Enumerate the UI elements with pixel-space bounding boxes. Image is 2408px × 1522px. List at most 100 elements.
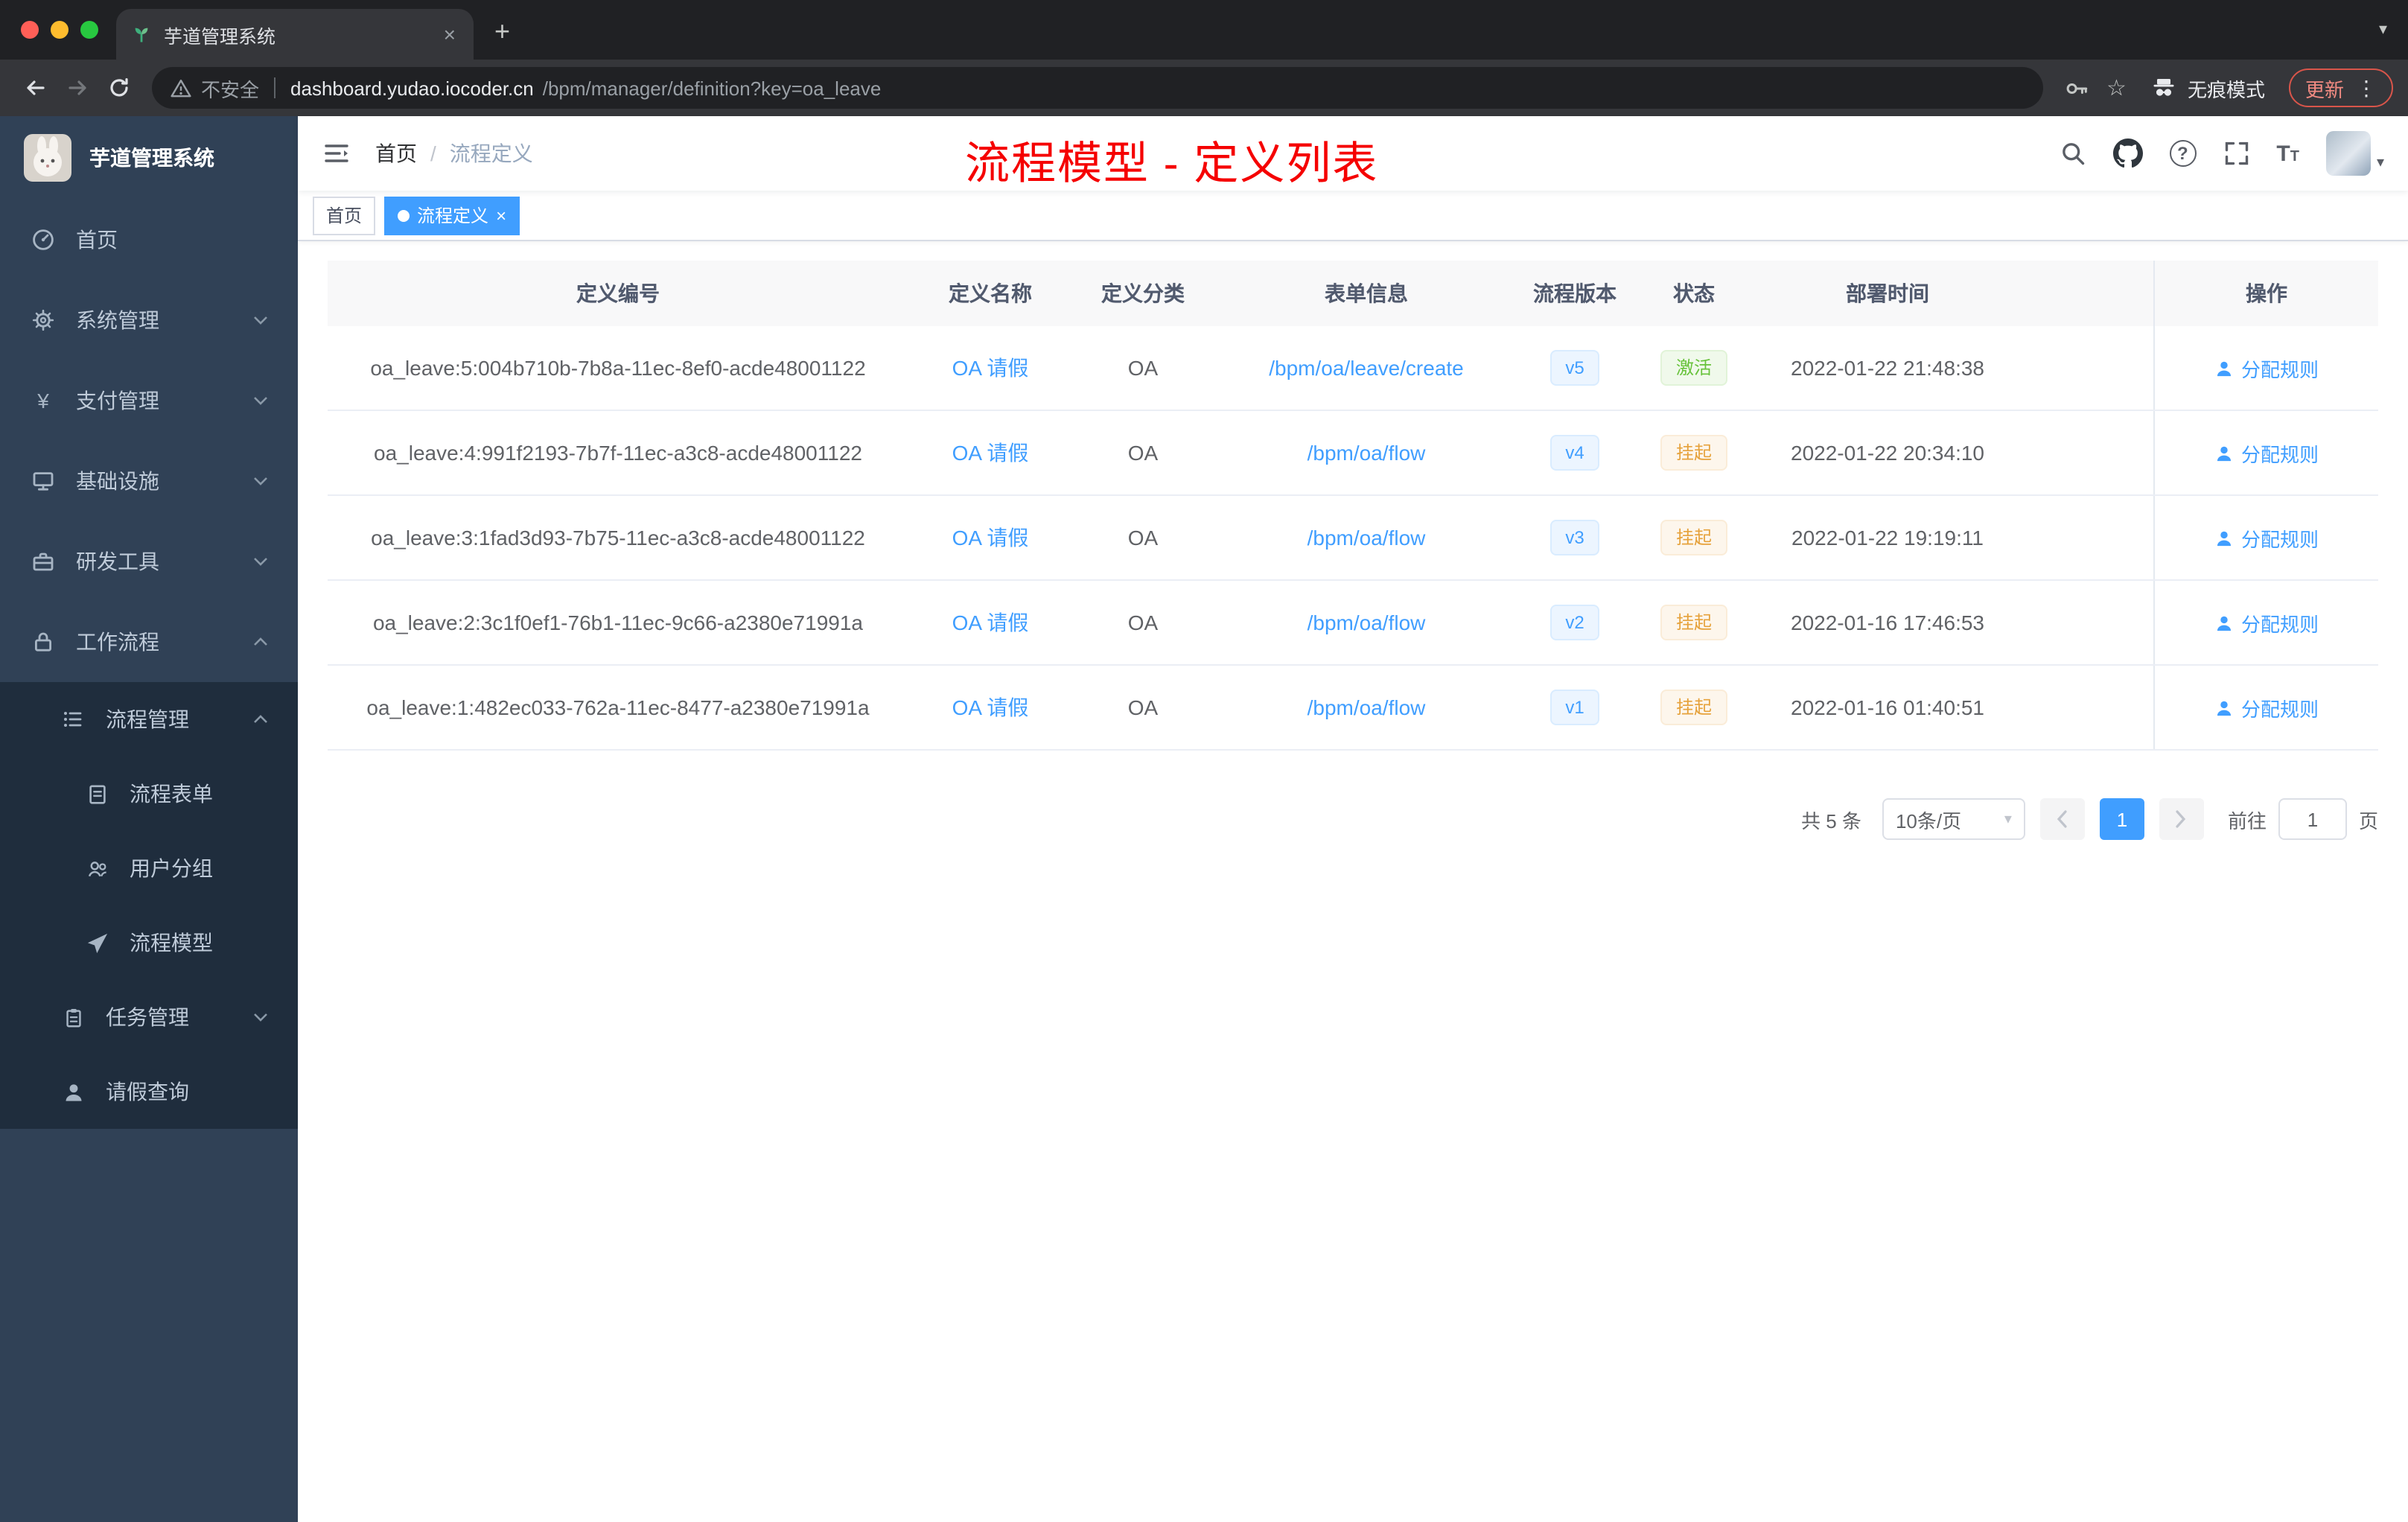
user-menu[interactable]: ▾ bbox=[2325, 131, 2384, 176]
breadcrumb: 首页 / 流程定义 bbox=[375, 138, 533, 168]
user-group-icon bbox=[83, 857, 110, 879]
browser-update-button[interactable]: 更新 ⋮ bbox=[2288, 69, 2393, 107]
status-badge: 激活 bbox=[1660, 350, 1727, 386]
definition-name-link[interactable]: OA 请假 bbox=[952, 353, 1029, 383]
reload-icon[interactable] bbox=[98, 76, 140, 100]
tag-home[interactable]: 首页 bbox=[313, 196, 376, 235]
table-header-row: 定义编号 定义名称 定义分类 表单信息 流程版本 状态 部署时间 操作 bbox=[328, 261, 2378, 326]
tag-process-definition[interactable]: 流程定义 × bbox=[384, 196, 520, 235]
form-link[interactable]: /bpm/oa/flow bbox=[1307, 526, 1426, 550]
version-badge: v1 bbox=[1550, 690, 1599, 725]
sidebar-item-process-management[interactable]: 流程管理 bbox=[0, 682, 298, 757]
window-minimize-button[interactable] bbox=[51, 21, 69, 39]
back-icon[interactable] bbox=[15, 76, 57, 100]
page-title-annotation: 流程模型 - 定义列表 bbox=[965, 140, 1379, 189]
sidebar-item-task-management[interactable]: 任务管理 bbox=[0, 980, 298, 1054]
table-row: oa_leave:1:482ec033-762a-11ec-8477-a2380… bbox=[328, 666, 2378, 751]
search-icon[interactable] bbox=[2059, 140, 2086, 167]
form-link[interactable]: /bpm/oa/flow bbox=[1307, 695, 1426, 719]
definition-table: 定义编号 定义名称 定义分类 表单信息 流程版本 状态 部署时间 操作 oa_l… bbox=[328, 261, 2378, 751]
goto-page-input[interactable] bbox=[2278, 798, 2347, 840]
user-icon bbox=[2217, 700, 2232, 716]
window-close-button[interactable] bbox=[21, 21, 39, 39]
chevron-down-icon bbox=[253, 477, 268, 485]
user-icon bbox=[2217, 530, 2232, 546]
form-link[interactable]: /bpm/oa/leave/create bbox=[1269, 356, 1464, 380]
address-bar[interactable]: 不安全 dashboard.yudao.iocoder.cn /bpm/mana… bbox=[152, 67, 2043, 109]
page-size-value: 10条/页 bbox=[1895, 809, 1962, 832]
sidebar-item-label: 系统管理 bbox=[76, 308, 159, 332]
sidebar-item-devtools[interactable]: 研发工具 bbox=[0, 521, 298, 602]
sidebar-item-label: 首页 bbox=[76, 228, 118, 252]
next-page-button[interactable] bbox=[2159, 798, 2204, 840]
form-link[interactable]: /bpm/oa/flow bbox=[1307, 441, 1426, 465]
app-frame: 芋道管理系统 首页 系统管理 ¥ 支付管理 基础设施 研发工具 工作流程 流程管… bbox=[0, 116, 2408, 1522]
sidebar-item-home[interactable]: 首页 bbox=[0, 200, 298, 280]
assign-rule-link[interactable]: 分配规则 bbox=[2214, 523, 2319, 552]
incognito-badge: 无痕模式 bbox=[2150, 74, 2265, 102]
assign-rule-link[interactable]: 分配规则 bbox=[2214, 439, 2319, 467]
version-badge: v2 bbox=[1550, 605, 1599, 640]
sidebar-item-leave-query[interactable]: 请假查询 bbox=[0, 1054, 298, 1129]
paper-plane-icon bbox=[83, 932, 110, 954]
forward-icon[interactable] bbox=[57, 76, 98, 100]
definition-name-link[interactable]: OA 请假 bbox=[952, 692, 1029, 722]
cell-deploy-time: 2022-01-22 19:19:11 bbox=[1791, 526, 1984, 550]
sidebar-item-payment[interactable]: ¥ 支付管理 bbox=[0, 360, 298, 441]
page-number-button[interactable]: 1 bbox=[2099, 798, 2144, 840]
cell-deploy-time: 2022-01-22 20:34:10 bbox=[1791, 441, 1984, 465]
breadcrumb-current: 流程定义 bbox=[449, 141, 533, 165]
favicon bbox=[131, 24, 152, 45]
definition-name-link[interactable]: OA 请假 bbox=[952, 608, 1029, 637]
new-tab-button[interactable]: + bbox=[494, 16, 510, 48]
breadcrumb-home[interactable]: 首页 bbox=[375, 138, 417, 168]
security-label: 不安全 bbox=[201, 78, 260, 101]
sidebar-item-user-group[interactable]: 用户分组 bbox=[0, 831, 298, 905]
col-definition-name: 定义名称 bbox=[949, 281, 1032, 305]
tag-close-icon[interactable]: × bbox=[496, 205, 506, 226]
avatar[interactable] bbox=[2325, 131, 2371, 176]
form-icon bbox=[83, 783, 110, 805]
assign-rule-link[interactable]: 分配规则 bbox=[2214, 354, 2319, 382]
sidebar-item-infrastructure[interactable]: 基础设施 bbox=[0, 441, 298, 521]
bookmark-star-icon[interactable]: ☆ bbox=[2106, 74, 2127, 101]
sidebar-item-label: 支付管理 bbox=[76, 389, 159, 413]
col-definition-category: 定义分类 bbox=[1101, 281, 1185, 305]
assign-rule-link[interactable]: 分配规则 bbox=[2214, 693, 2319, 722]
sidebar-item-process-form[interactable]: 流程表单 bbox=[0, 757, 298, 831]
definition-name-link[interactable]: OA 请假 bbox=[952, 523, 1029, 553]
gear-icon bbox=[30, 308, 57, 332]
assign-rule-link[interactable]: 分配规则 bbox=[2214, 608, 2319, 637]
sidebar-item-system[interactable]: 系统管理 bbox=[0, 280, 298, 360]
github-icon[interactable] bbox=[2112, 138, 2143, 168]
tab-close-icon[interactable]: × bbox=[441, 22, 459, 46]
cell-definition-id: oa_leave:5:004b710b-7b8a-11ec-8ef0-acde4… bbox=[370, 356, 866, 380]
app-title: 芋道管理系统 bbox=[89, 146, 214, 170]
sidebar-item-label: 流程表单 bbox=[130, 782, 213, 806]
tab-search-icon[interactable]: ▾ bbox=[2379, 19, 2387, 39]
fullscreen-icon[interactable] bbox=[2223, 140, 2249, 167]
screen: 芋道管理系统 × + ▾ 不安全 dashboard.yudao.iocoder… bbox=[0, 0, 2408, 1522]
help-icon[interactable]: ? bbox=[2169, 140, 2197, 167]
chevron-down-icon bbox=[253, 1013, 268, 1022]
key-icon[interactable] bbox=[2063, 75, 2089, 101]
font-size-icon[interactable]: TT bbox=[2276, 141, 2299, 166]
sidebar-item-process-model[interactable]: 流程模型 bbox=[0, 905, 298, 980]
page-content: 定义编号 定义名称 定义分类 表单信息 流程版本 状态 部署时间 操作 oa_l… bbox=[298, 241, 2408, 1522]
status-badge: 挂起 bbox=[1660, 520, 1727, 555]
window-zoom-button[interactable] bbox=[80, 21, 98, 39]
page-size-select[interactable]: 10条/页 ▾ bbox=[1882, 798, 2025, 840]
sidebar-logo[interactable]: 芋道管理系统 bbox=[0, 116, 298, 200]
browser-menu-icon[interactable]: ⋮ bbox=[2356, 75, 2377, 101]
app-header: 首页 / 流程定义 流程模型 - 定义列表 ? TT ▾ bbox=[298, 116, 2408, 191]
workflow-icon bbox=[30, 630, 57, 654]
sidebar-toggle-icon[interactable] bbox=[322, 138, 351, 168]
cell-definition-id: oa_leave:1:482ec033-762a-11ec-8477-a2380… bbox=[366, 695, 870, 719]
form-link[interactable]: /bpm/oa/flow bbox=[1307, 611, 1426, 634]
definition-name-link[interactable]: OA 请假 bbox=[952, 438, 1029, 468]
prev-page-button[interactable] bbox=[2039, 798, 2085, 840]
goto-page: 前往 页 bbox=[2228, 798, 2378, 840]
sidebar-item-workflow[interactable]: 工作流程 bbox=[0, 602, 298, 682]
browser-tab[interactable]: 芋道管理系统 × bbox=[116, 9, 474, 60]
cell-deploy-time: 2022-01-16 17:46:53 bbox=[1791, 611, 1984, 634]
